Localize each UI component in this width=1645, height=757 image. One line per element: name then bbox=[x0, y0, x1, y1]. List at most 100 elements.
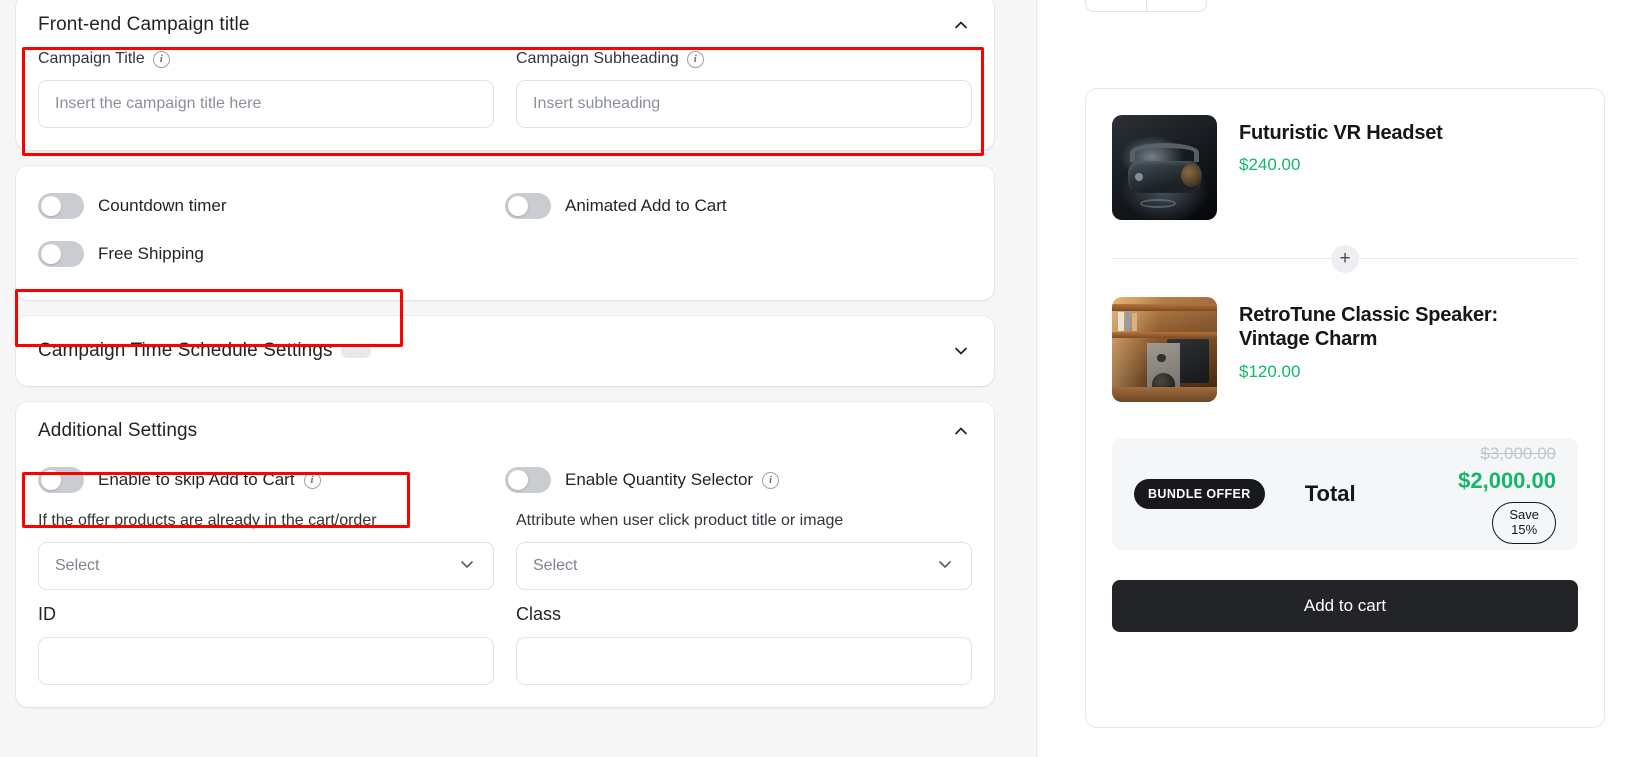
toggle-label-countdown-timer: Countdown timer bbox=[98, 196, 227, 215]
chevron-down-icon bbox=[457, 554, 477, 579]
select-group-click-attribute: Attribute when user click product title … bbox=[516, 512, 972, 590]
info-icon[interactable]: i bbox=[686, 50, 704, 68]
column-gutter bbox=[1010, 0, 1036, 757]
input-group-id: ID bbox=[38, 604, 494, 685]
additional-input-row: ID Class bbox=[16, 604, 994, 707]
product-item[interactable]: Futuristic VR Headset $240.00 bbox=[1112, 115, 1578, 220]
vr-headset-photo bbox=[1112, 115, 1217, 220]
additional-select-row: If the offer products are already in the… bbox=[16, 512, 994, 604]
product-separator: + bbox=[1112, 244, 1578, 273]
campaign-title-label: Campaign Title bbox=[38, 50, 145, 67]
campaign-subheading-input[interactable] bbox=[516, 80, 972, 128]
toggle-skip-add-to-cart[interactable]: Enable to skip Add to Cart i bbox=[38, 456, 505, 504]
toggle-label-animated-add-to-cart: Animated Add to Cart bbox=[565, 196, 727, 215]
toggle-free-shipping[interactable]: Free Shipping bbox=[38, 230, 505, 278]
campaign-settings-screen: Front-end Campaign title Campaign Title … bbox=[0, 0, 1645, 757]
page-title: Front-end Campaign title bbox=[38, 14, 250, 35]
info-icon[interactable]: i bbox=[303, 471, 321, 489]
switch-animated-add-to-cart[interactable] bbox=[505, 193, 551, 219]
settings-panel: Front-end Campaign title Campaign Title … bbox=[0, 0, 1010, 757]
segment-right[interactable] bbox=[1147, 0, 1207, 11]
select-cart-order[interactable]: Select bbox=[38, 542, 494, 590]
product-item[interactable]: RetroTune Classic Speaker: Vintage Charm… bbox=[1112, 297, 1578, 402]
chevron-up-icon[interactable] bbox=[950, 14, 972, 36]
campaign-subheading-label-row: Campaign Subheading i bbox=[516, 50, 972, 68]
section-campaign-time-schedule: Campaign Time Schedule Settings bbox=[15, 289, 994, 386]
select-group-cart-order: If the offer products are already in the… bbox=[38, 512, 494, 590]
status-badge: BUNDLE OFFER bbox=[1134, 479, 1265, 509]
select-value: Select bbox=[533, 557, 578, 574]
toggle-row: Free Shipping bbox=[38, 230, 972, 278]
section-header[interactable]: Additional Settings bbox=[16, 402, 994, 456]
section-additional-settings: Additional Settings Enable to skip Add t… bbox=[16, 402, 994, 707]
plus-icon: + bbox=[1331, 244, 1359, 273]
info-icon[interactable]: i bbox=[152, 50, 170, 68]
switch-knob bbox=[508, 196, 528, 216]
feature-toggle-grid: Countdown timer Animated Add to Cart Fre… bbox=[16, 166, 994, 300]
select-label-click-attribute: Attribute when user click product title … bbox=[516, 512, 844, 529]
vintage-speaker-photo bbox=[1112, 297, 1217, 402]
switch-knob bbox=[41, 470, 61, 490]
campaign-title-label-row: Campaign Title i bbox=[38, 50, 494, 68]
class-input[interactable] bbox=[516, 637, 972, 685]
toggle-row-spacer bbox=[505, 230, 972, 278]
switch-countdown-timer[interactable] bbox=[38, 193, 84, 219]
chevron-down-icon[interactable] bbox=[950, 340, 972, 362]
toggle-countdown-timer[interactable]: Countdown timer bbox=[38, 182, 505, 230]
preview-device-toggle[interactable] bbox=[1085, 0, 1207, 12]
campaign-title-fields: Campaign Title i Campaign Subheading i bbox=[16, 50, 994, 150]
switch-knob bbox=[41, 244, 61, 264]
price-stack: $3,000.00 $2,000.00 Save 15% bbox=[1458, 444, 1556, 544]
campaign-subheading-group: Campaign Subheading i bbox=[516, 50, 972, 128]
section-title-text: Campaign Time Schedule Settings bbox=[38, 340, 333, 361]
segment-left[interactable] bbox=[1086, 0, 1147, 11]
select-value: Select bbox=[55, 557, 100, 574]
chevron-up-icon[interactable] bbox=[950, 420, 972, 442]
chevron-down-icon bbox=[935, 554, 955, 579]
id-input[interactable] bbox=[38, 637, 494, 685]
section-title-campaign-time-schedule: Campaign Time Schedule Settings bbox=[38, 340, 371, 362]
product-title[interactable]: RetroTune Classic Speaker: Vintage Charm bbox=[1239, 303, 1539, 352]
save-badge: Save 15% bbox=[1492, 502, 1556, 544]
product-price: $120.00 bbox=[1239, 361, 1301, 381]
section-title-additional-settings: Additional Settings bbox=[38, 420, 198, 441]
toggle-row: Countdown timer Animated Add to Cart bbox=[38, 182, 972, 230]
campaign-title-group: Campaign Title i bbox=[38, 50, 494, 128]
toggle-animated-add-to-cart[interactable]: Animated Add to Cart bbox=[505, 182, 972, 230]
section-header[interactable]: Campaign Time Schedule Settings bbox=[16, 316, 994, 386]
toggle-label-quantity-selector: Enable Quantity Selector bbox=[565, 470, 754, 489]
bundle-preview-card: Futuristic VR Headset $240.00 + RetroTun… bbox=[1085, 88, 1605, 728]
select-label-cart-order: If the offer products are already in the… bbox=[38, 512, 377, 529]
toggle-label-skip-add-to-cart: Enable to skip Add to Cart bbox=[98, 470, 295, 489]
bundle-preview-inner: Futuristic VR Headset $240.00 + RetroTun… bbox=[1112, 115, 1578, 727]
info-icon[interactable]: i bbox=[762, 471, 780, 489]
section-feature-toggles: Countdown timer Animated Add to Cart Fre… bbox=[16, 166, 994, 300]
switch-knob bbox=[41, 196, 61, 216]
toggle-quantity-selector[interactable]: Enable Quantity Selector i bbox=[505, 456, 972, 504]
switch-skip-add-to-cart[interactable] bbox=[38, 467, 84, 493]
toggle-row: Enable to skip Add to Cart i Enable Quan… bbox=[38, 456, 972, 504]
save-label: Save bbox=[1509, 507, 1539, 523]
campaign-title-input[interactable] bbox=[38, 80, 494, 128]
switch-campaign-time-schedule[interactable] bbox=[340, 343, 371, 358]
campaign-subheading-label: Campaign Subheading bbox=[516, 50, 679, 67]
input-label-id: ID bbox=[38, 604, 56, 624]
add-to-cart-button[interactable]: Add to cart bbox=[1112, 580, 1578, 632]
select-click-attribute[interactable]: Select bbox=[516, 542, 972, 590]
input-group-class: Class bbox=[516, 604, 972, 685]
discounted-price: $2,000.00 bbox=[1458, 468, 1556, 494]
input-label-class: Class bbox=[516, 604, 562, 624]
section-header[interactable]: Front-end Campaign title bbox=[16, 0, 994, 50]
preview-panel: Futuristic VR Headset $240.00 + RetroTun… bbox=[1037, 0, 1645, 757]
product-title[interactable]: Futuristic VR Headset bbox=[1239, 121, 1443, 145]
additional-toggle-grid: Enable to skip Add to Cart i Enable Quan… bbox=[16, 456, 994, 512]
switch-free-shipping[interactable] bbox=[38, 241, 84, 267]
product-price: $240.00 bbox=[1239, 155, 1301, 175]
total-label: Total bbox=[1304, 481, 1356, 506]
switch-quantity-selector[interactable] bbox=[505, 467, 551, 493]
section-frontend-campaign-title: Front-end Campaign title Campaign Title … bbox=[16, 0, 994, 156]
original-price: $3,000.00 bbox=[1480, 444, 1556, 464]
bundle-total-box: BUNDLE OFFER Total $3,000.00 $2,000.00 S… bbox=[1112, 438, 1578, 550]
switch-knob bbox=[508, 470, 528, 490]
toggle-label-free-shipping: Free Shipping bbox=[98, 244, 204, 263]
